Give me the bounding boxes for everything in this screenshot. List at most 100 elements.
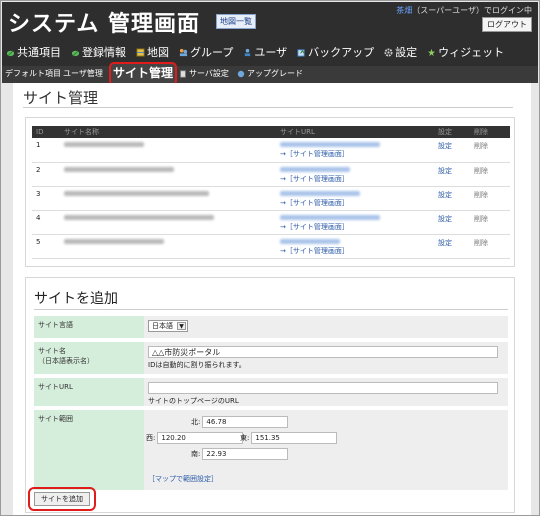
sites-table-panel: ID サイト名称 サイトURL 設定 削除 1 →［サイト管理画面］ 設定 削除 xyxy=(25,117,515,267)
site-id: 4 xyxy=(32,210,60,235)
column-header: 削除 xyxy=(470,126,510,138)
site-url-cell: →［サイト管理画面］ xyxy=(276,210,434,235)
south-input[interactable]: 22.93 xyxy=(202,448,289,460)
site-range-label: サイト範囲 xyxy=(34,410,144,490)
site-name-redacted xyxy=(60,234,276,259)
language-row: サイト言語 日本語 ▼ xyxy=(34,316,508,338)
delete-link[interactable]: 削除 xyxy=(470,186,510,211)
nav-item-group[interactable]: グループ xyxy=(179,44,233,60)
site-url-hint: サイトのトップページのURL xyxy=(148,397,239,405)
subnav-default-items[interactable]: デフォルト項目 xyxy=(5,68,61,79)
site-name-hint: IDは自動的に割り振られます。 xyxy=(148,361,246,369)
east-input[interactable]: 151.35 xyxy=(251,432,338,444)
logout-button[interactable]: ログアウト xyxy=(482,17,532,32)
site-url-cell: →［サイト管理画面］ xyxy=(276,138,434,163)
table-row: 4 →［サイト管理画面］ 設定 削除 xyxy=(32,210,510,235)
south-label: 南: xyxy=(191,450,201,458)
add-site-title: サイトを追加 xyxy=(34,291,118,307)
sub-nav: デフォルト項目 ユーザ管理 サーバ設定 アップグレード xyxy=(2,66,538,83)
site-url-cell: →［サイト管理画面］ xyxy=(276,162,434,187)
delete-link[interactable]: 削除 xyxy=(470,138,510,163)
table-header-row: ID サイト名称 サイトURL 設定 削除 xyxy=(32,126,510,138)
site-url-redacted[interactable] xyxy=(280,214,380,220)
setting-link[interactable]: 設定 xyxy=(434,210,470,235)
setting-link[interactable]: 設定 xyxy=(434,138,470,163)
table-row: 2 →［サイト管理画面］ 設定 削除 xyxy=(32,162,510,187)
map-range-link[interactable]: ［マップで範囲設定］ xyxy=(148,474,218,484)
subnav-label: アップグレード xyxy=(247,69,303,78)
nav-item-backup[interactable]: バックアップ xyxy=(297,44,374,60)
subnav-user-management[interactable]: ユーザ管理 xyxy=(63,68,103,79)
header: システム 管理画面 地図一覧 茶畑（スーパーユーザ）でログイン中 ログアウト 共… xyxy=(2,2,538,66)
table-row: 5 →［サイト管理画面］ 設定 削除 xyxy=(32,234,510,259)
site-url-row: サイトURL サイトのトップページのURL xyxy=(34,378,508,406)
site-url-label: サイトURL xyxy=(34,378,144,406)
main-nav: 共通項目 登録情報 地図 グループ ユーザ バックアップ 設定 ウィジェット xyxy=(6,44,504,60)
site-id: 5 xyxy=(32,234,60,259)
user-name-link[interactable]: 茶畑 xyxy=(396,6,412,15)
site-range-row: サイト範囲 北: 46.78 西: 120.20 東: 151.35 南: 22… xyxy=(34,410,508,490)
column-header: サイト名称 xyxy=(60,126,276,138)
site-manage-link[interactable]: →［サイト管理画面］ xyxy=(280,175,349,183)
site-name-redacted xyxy=(60,138,276,163)
add-site-button[interactable]: サイトを追加 xyxy=(34,492,90,506)
nav-item-label: 地図 xyxy=(147,46,169,59)
page-title: サイト管理 xyxy=(23,89,99,107)
site-url-input[interactable] xyxy=(148,382,498,394)
site-name-redacted xyxy=(60,186,276,211)
delete-link[interactable]: 削除 xyxy=(470,210,510,235)
nav-item-label: 共通項目 xyxy=(17,46,61,59)
site-url-cell: →［サイト管理画面］ xyxy=(276,234,434,259)
nav-item-label: ユーザ xyxy=(254,46,288,59)
setting-link[interactable]: 設定 xyxy=(434,234,470,259)
chevron-down-icon: ▼ xyxy=(177,322,186,330)
site-id: 1 xyxy=(32,138,60,163)
site-name-row: サイト名 （日本語表示名） △△市防災ポータル IDは自動的に割り振られます。 xyxy=(34,342,508,374)
site-id: 3 xyxy=(32,186,60,211)
west-label: 西: xyxy=(146,434,156,442)
north-input[interactable]: 46.78 xyxy=(202,416,289,428)
nav-item-user[interactable]: ユーザ xyxy=(243,44,287,60)
nav-item-settings[interactable]: 設定 xyxy=(384,44,417,60)
subnav-label: サーバ設定 xyxy=(189,69,229,78)
site-name-input[interactable]: △△市防災ポータル xyxy=(148,346,498,358)
table-row: 1 →［サイト管理画面］ 設定 削除 xyxy=(32,138,510,163)
site-id: 2 xyxy=(32,162,60,187)
site-name-label: サイト名 xyxy=(38,347,66,355)
delete-link[interactable]: 削除 xyxy=(470,234,510,259)
site-manage-link[interactable]: →［サイト管理画面］ xyxy=(280,150,349,158)
nav-item-common[interactable]: 共通項目 xyxy=(6,44,61,60)
divider xyxy=(23,107,513,108)
delete-link[interactable]: 削除 xyxy=(470,162,510,187)
nav-item-label: バックアップ xyxy=(308,46,375,59)
east-label: 東: xyxy=(240,434,250,442)
app-title: システム 管理画面 xyxy=(8,12,200,37)
site-manage-link[interactable]: →［サイト管理画面］ xyxy=(280,223,349,231)
nav-item-label: 登録情報 xyxy=(82,46,126,59)
admin-window: システム 管理画面 地図一覧 茶畑（スーパーユーザ）でログイン中 ログアウト 共… xyxy=(0,0,540,516)
setting-link[interactable]: 設定 xyxy=(434,186,470,211)
map-icon xyxy=(136,47,145,57)
column-header: サイトURL xyxy=(276,126,434,138)
language-select[interactable]: 日本語 ▼ xyxy=(148,320,188,332)
nav-item-map[interactable]: 地図 xyxy=(136,44,169,60)
nav-item-widget[interactable]: ウィジェット xyxy=(427,44,504,60)
subnav-upgrade[interactable]: アップグレード xyxy=(237,68,303,79)
site-url-redacted[interactable] xyxy=(280,166,350,172)
leaf-icon xyxy=(6,49,15,56)
map-list-button[interactable]: 地図一覧 xyxy=(216,14,256,29)
setting-link[interactable]: 設定 xyxy=(434,162,470,187)
site-name-redacted xyxy=(60,210,276,235)
subnav-server-settings[interactable]: サーバ設定 xyxy=(179,68,229,79)
site-url-redacted[interactable] xyxy=(280,142,380,147)
nav-item-registration[interactable]: 登録情報 xyxy=(71,44,126,60)
west-input[interactable]: 120.20 xyxy=(157,432,244,444)
site-name-sublabel: （日本語表示名） xyxy=(38,357,94,365)
site-url-redacted[interactable] xyxy=(280,190,360,196)
main-content: サイト管理 ID サイト名称 サイトURL 設定 削除 1 →［サイト管理画面］… xyxy=(13,83,531,515)
site-manage-link[interactable]: →［サイト管理画面］ xyxy=(280,247,349,255)
site-name-redacted xyxy=(60,162,276,187)
site-url-redacted[interactable] xyxy=(280,238,340,244)
site-manage-link[interactable]: →［サイト管理画面］ xyxy=(280,199,349,207)
divider xyxy=(34,309,508,310)
